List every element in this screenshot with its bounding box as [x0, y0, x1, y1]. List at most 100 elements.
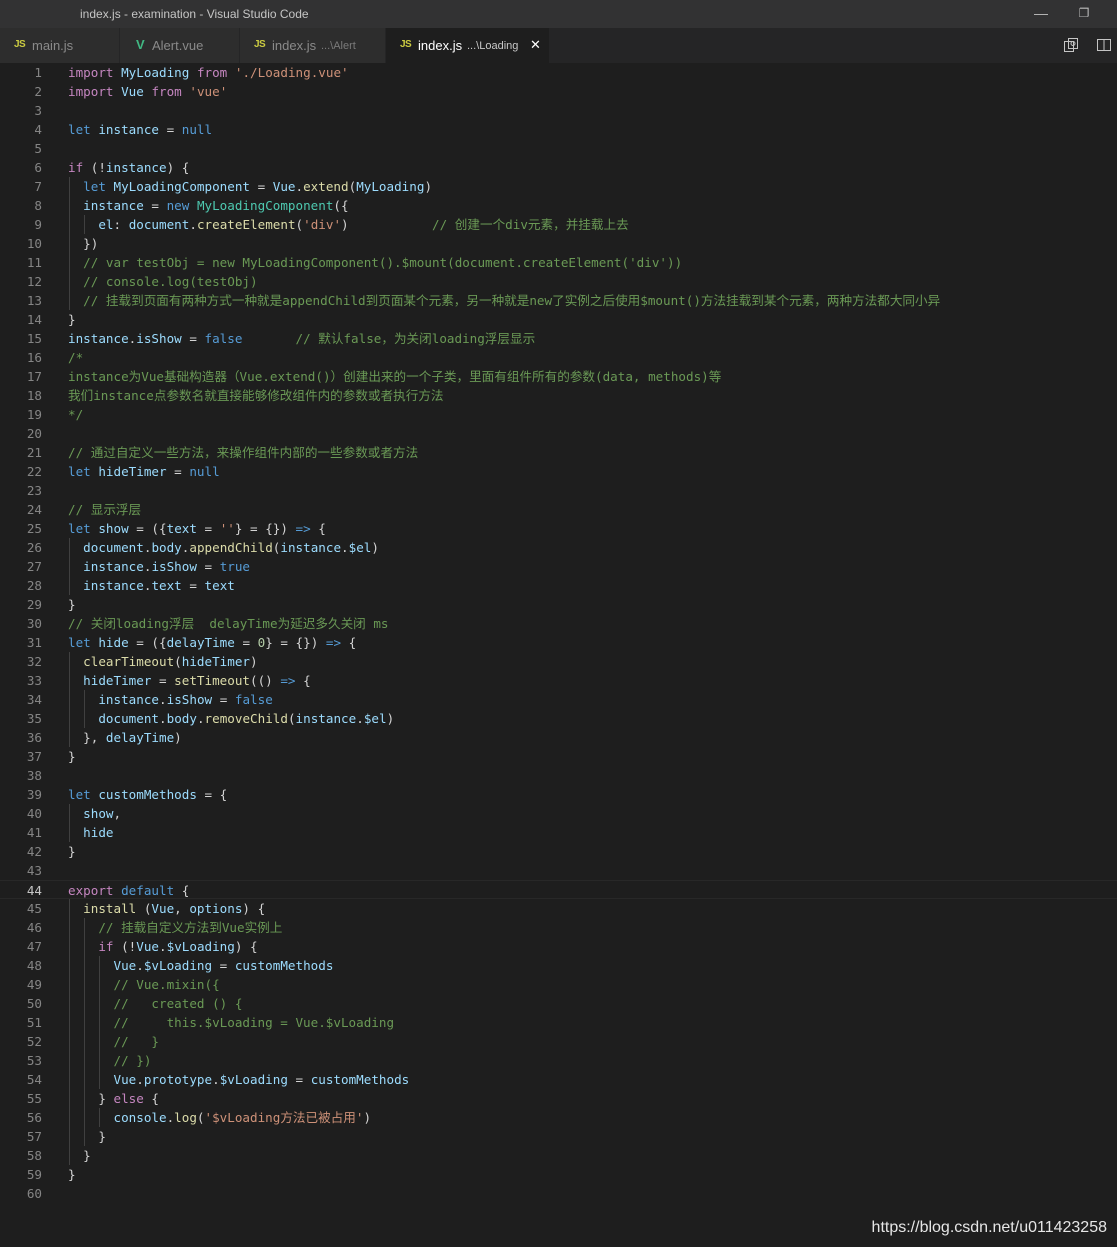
code-line[interactable]: 8 instance = new MyLoadingComponent({ [0, 196, 1117, 215]
line-number: 60 [26, 1186, 42, 1201]
tab-label: index.js [272, 38, 317, 53]
tab-main-js[interactable]: JS main.js [0, 28, 120, 63]
code-line[interactable]: 53 // }) [0, 1051, 1117, 1070]
line-text: // this.$vLoading = Vue.$vLoading [113, 1015, 395, 1030]
code-line[interactable]: 22 let hideTimer = null [0, 462, 1117, 481]
tab-description: ...\Alert [321, 40, 356, 52]
open-changes-icon[interactable] [1063, 37, 1081, 55]
code-line[interactable]: 23 [0, 481, 1117, 500]
line-number: 5 [34, 141, 42, 156]
code-line[interactable]: 3 [0, 101, 1117, 120]
line-number: 40 [26, 806, 42, 821]
code-line[interactable]: 44 export default { [0, 880, 1117, 899]
code-line[interactable]: 17 instance为Vue基础构造器（Vue.extend()）创建出来的一个… [0, 367, 1117, 386]
code-line[interactable]: 38 [0, 766, 1117, 785]
code-line[interactable]: 34 instance.isShow = false [0, 690, 1117, 709]
code-line[interactable]: 36 }, delayTime) [0, 728, 1117, 747]
code-line[interactable]: 19 */ [0, 405, 1117, 424]
tab-bar: JS main.js V Alert.vue JS index.js ...\A… [0, 28, 1117, 63]
code-line[interactable]: 27 instance.isShow = true [0, 557, 1117, 576]
code-line[interactable]: 16 /* [0, 348, 1117, 367]
line-text: instance为Vue基础构造器（Vue.extend()）创建出来的一个子类… [68, 369, 722, 384]
tab-label: main.js [32, 38, 74, 53]
code-line[interactable]: 42} [0, 842, 1117, 861]
line-number: 11 [26, 255, 42, 270]
line-number: 8 [34, 198, 42, 213]
restore-button[interactable]: ❐ [1064, 0, 1104, 28]
line-text: if (!Vue.$vLoading) { [98, 939, 258, 954]
code-line[interactable]: 37} [0, 747, 1117, 766]
code-line[interactable]: 48 Vue.$vLoading = customMethods [0, 956, 1117, 975]
code-line[interactable]: 26 document.body.appendChild(instance.$e… [0, 538, 1117, 557]
code-line[interactable]: 46 // 挂载自定义方法到Vue实例上 [0, 918, 1117, 937]
code-line[interactable]: 41 hide [0, 823, 1117, 842]
line-text: // 挂载自定义方法到Vue实例上 [98, 920, 283, 935]
code-line[interactable]: 49 // Vue.mixin({ [0, 975, 1117, 994]
code-line[interactable]: 54 Vue.prototype.$vLoading = customMetho… [0, 1070, 1117, 1089]
code-line[interactable]: 56 console.log('$vLoading方法已被占用') [0, 1108, 1117, 1127]
tab-index-js-alert[interactable]: JS index.js ...\Alert [240, 28, 386, 63]
code-line[interactable]: 55 } else { [0, 1089, 1117, 1108]
code-line[interactable]: 11 // var testObj = new MyLoadingCompone… [0, 253, 1117, 272]
code-line[interactable]: 28 instance.text = text [0, 576, 1117, 595]
code-line[interactable]: 9 el: document.createElement('div') // 创… [0, 215, 1117, 234]
minimize-button[interactable]: — [1021, 0, 1061, 28]
code-line[interactable]: 52 // } [0, 1032, 1117, 1051]
line-number: 30 [26, 616, 42, 631]
code-line[interactable]: 30 // 关闭loading浮层 delayTime为延迟多久关闭 ms [0, 614, 1117, 633]
line-text: // } [113, 1034, 160, 1049]
tab-index-js-loading[interactable]: JS index.js ...\Loading ✕ [386, 28, 550, 63]
code-line[interactable]: 18 我们instance点参数名就直接能够修改组件内的参数或者执行方法 [0, 386, 1117, 405]
line-number: 16 [26, 350, 42, 365]
code-line[interactable]: 40 show, [0, 804, 1117, 823]
code-line[interactable]: 31 let hide = ({delayTime = 0} = {}) => { [0, 633, 1117, 652]
tab-alert-vue[interactable]: V Alert.vue [120, 28, 240, 63]
line-text: // 关闭loading浮层 delayTime为延迟多久关闭 ms [68, 616, 389, 631]
js-file-icon: JS [14, 39, 26, 50]
split-editor-icon[interactable] [1096, 37, 1114, 55]
code-line[interactable]: 13 // 挂载到页面有两种方式一种就是appendChild到页面某个元素，另… [0, 291, 1117, 310]
code-line[interactable]: 50 // created () { [0, 994, 1117, 1013]
code-line[interactable]: 33 hideTimer = setTimeout(() => { [0, 671, 1117, 690]
code-line[interactable]: 57 } [0, 1127, 1117, 1146]
code-line[interactable]: 58 } [0, 1146, 1117, 1165]
code-line[interactable]: 47 if (!Vue.$vLoading) { [0, 937, 1117, 956]
code-line[interactable]: 4 let instance = null [0, 120, 1117, 139]
code-line[interactable]: 51 // this.$vLoading = Vue.$vLoading [0, 1013, 1117, 1032]
code-line[interactable]: 24 // 显示浮层 [0, 500, 1117, 519]
line-text: } [68, 844, 76, 859]
code-line[interactable]: 6 if (!instance) { [0, 158, 1117, 177]
line-text: let instance = null [68, 122, 213, 137]
line-text: instance.isShow = false [98, 692, 273, 707]
line-number: 35 [26, 711, 42, 726]
line-number: 3 [34, 103, 42, 118]
code-line[interactable]: 20 [0, 424, 1117, 443]
code-line[interactable]: 35 document.body.removeChild(instance.$e… [0, 709, 1117, 728]
code-line[interactable]: 29} [0, 595, 1117, 614]
code-line[interactable]: 5 [0, 139, 1117, 158]
line-text: export default { [68, 883, 190, 898]
vue-file-icon: V [136, 37, 145, 52]
code-line[interactable]: 7 let MyLoadingComponent = Vue.extend(My… [0, 177, 1117, 196]
tab-description: ...\Loading [467, 40, 519, 52]
line-number: 44 [26, 883, 42, 898]
code-editor[interactable]: 1 import MyLoading from './Loading.vue' 2 i… [0, 63, 1117, 1247]
code-line[interactable]: 12 // console.log(testObj) [0, 272, 1117, 291]
code-line[interactable]: 1 import MyLoading from './Loading.vue' [0, 63, 1117, 82]
code-line[interactable]: 45 install (Vue, options) { [0, 899, 1117, 918]
code-line[interactable]: 32 clearTimeout(hideTimer) [0, 652, 1117, 671]
code-line[interactable]: 21 // 通过自定义一些方法，来操作组件内部的一些参数或者方法 [0, 443, 1117, 462]
code-line[interactable]: 39 let customMethods = { [0, 785, 1117, 804]
code-line[interactable]: 10 }) [0, 234, 1117, 253]
code-line[interactable]: 2 import Vue from 'vue' [0, 82, 1117, 101]
code-line[interactable]: 25 let show = ({text = ''} = {}) => { [0, 519, 1117, 538]
line-number: 41 [26, 825, 42, 840]
code-line[interactable]: 43 [0, 861, 1117, 880]
close-icon[interactable]: ✕ [530, 37, 541, 53]
code-line[interactable]: 14} [0, 310, 1117, 329]
code-line[interactable]: 60 [0, 1184, 1117, 1203]
code-line[interactable]: 59} [0, 1165, 1117, 1184]
line-number: 43 [26, 863, 42, 878]
code-line[interactable]: 15 instance.isShow = false // 默认false，为关闭… [0, 329, 1117, 348]
line-text: // 挂载到页面有两种方式一种就是appendChild到页面某个元素，另一种就… [83, 293, 941, 308]
